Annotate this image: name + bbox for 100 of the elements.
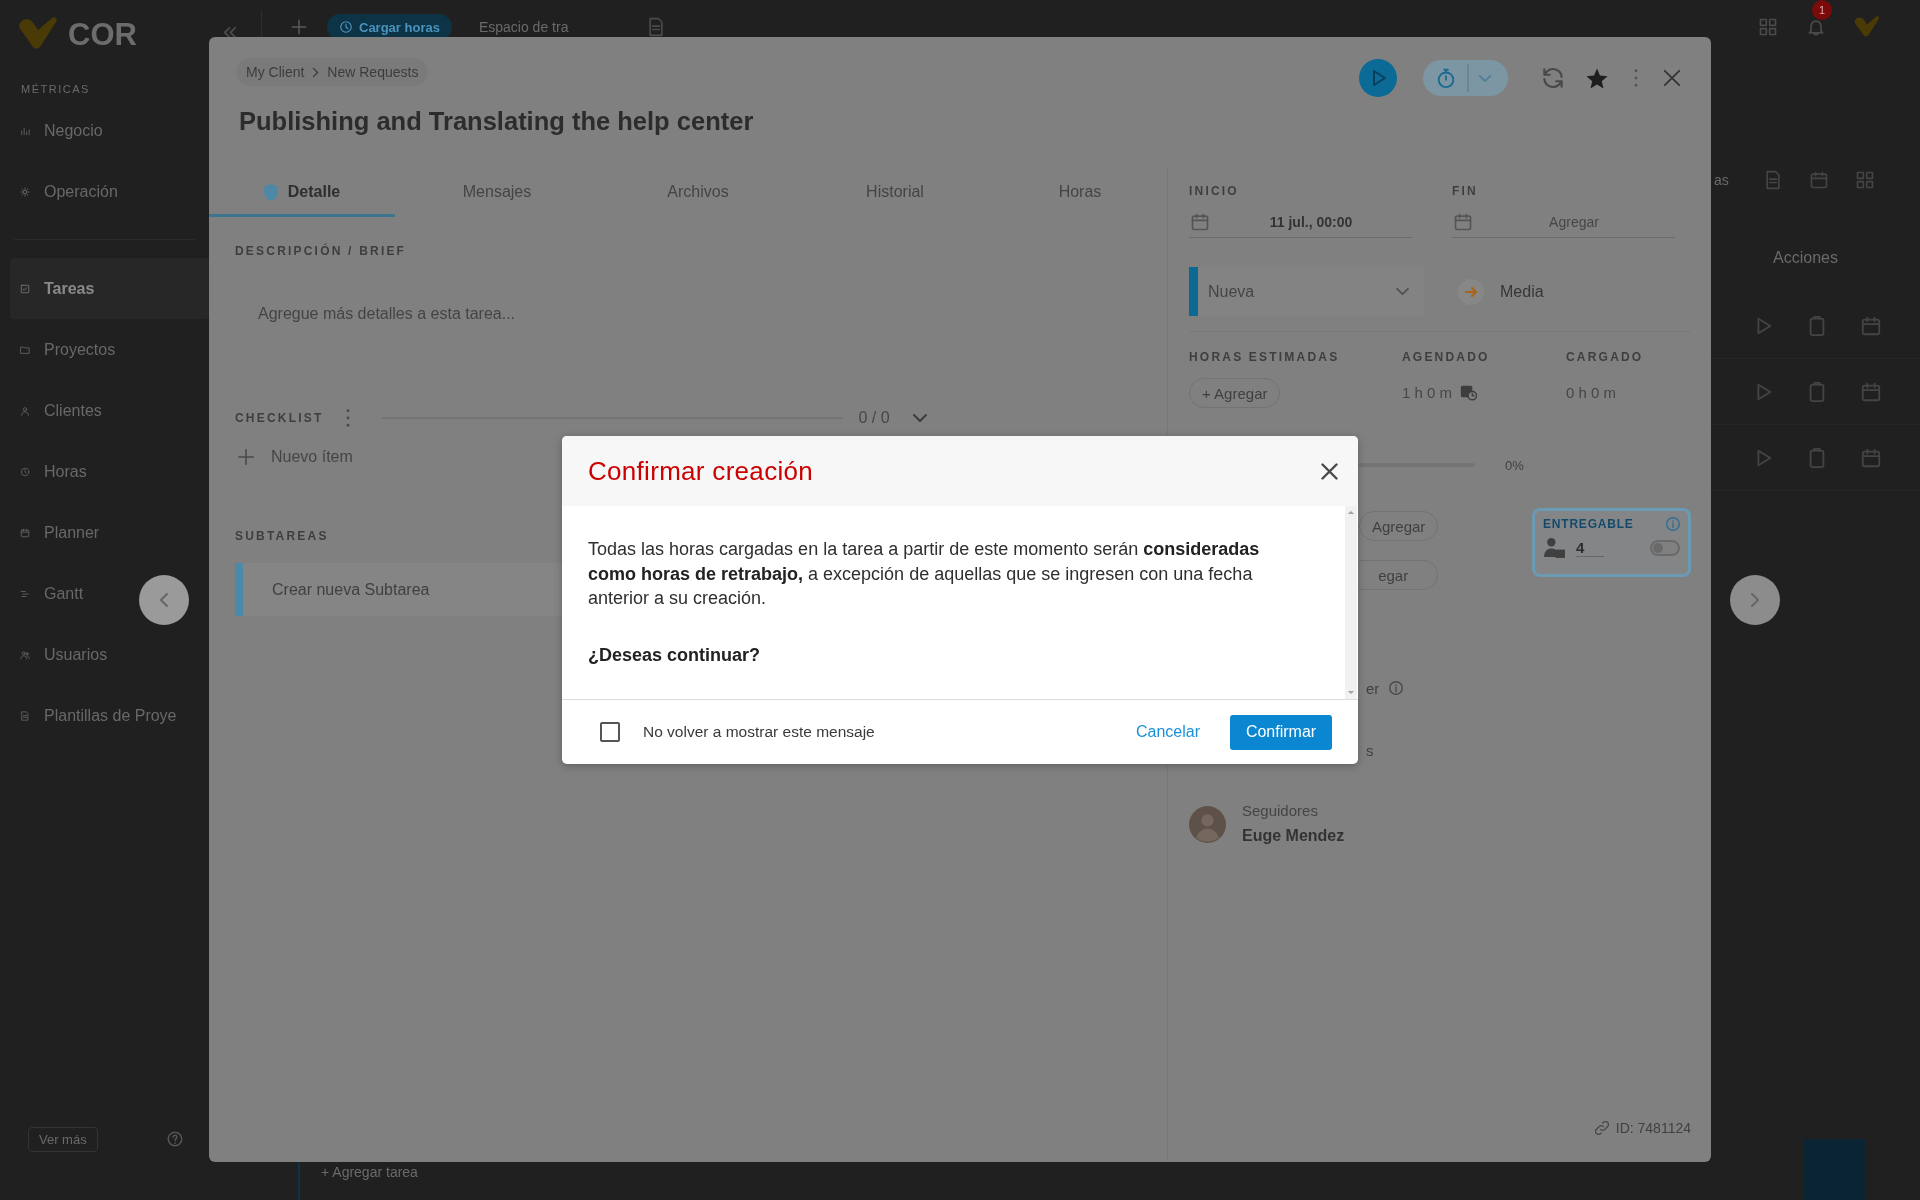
tab[interactable]: Archivos — [599, 167, 797, 217]
previous-button[interactable] — [139, 575, 189, 625]
calendar-icon[interactable] — [1860, 314, 1882, 337]
calendar-icon[interactable] — [1808, 170, 1829, 190]
calendar-icon[interactable] — [1860, 380, 1882, 403]
more-icon[interactable] — [346, 409, 351, 427]
deliverable-label: ENTREGABLE — [1543, 517, 1634, 531]
calendar-clock-icon[interactable] — [1460, 385, 1478, 401]
person-name: Euge Mendez — [1242, 826, 1345, 846]
field-label: HORAS ESTIMADAS — [1189, 350, 1340, 364]
chevron-right-icon — [1750, 592, 1760, 608]
confirm-button[interactable]: Confirmar — [1230, 714, 1332, 750]
close-button[interactable] — [1319, 461, 1339, 481]
clock-icon — [339, 20, 353, 34]
tab[interactable]: Mensajes — [395, 167, 599, 217]
sidebar-item[interactable]: Gantt — [0, 563, 209, 624]
add-button[interactable] — [290, 18, 308, 36]
calendar-icon — [1453, 212, 1473, 232]
add-button[interactable]: Agregar — [1359, 511, 1439, 541]
scroll-down-icon — [1347, 690, 1355, 695]
tab[interactable]: Horas — [993, 167, 1167, 217]
breadcrumb-link[interactable]: New Requests — [327, 64, 419, 80]
add-task-button[interactable]: + Agregar tarea — [321, 1164, 418, 1180]
toggle-switch[interactable] — [1650, 540, 1680, 556]
checkbox[interactable] — [600, 722, 620, 742]
sidebar-item[interactable]: Proyectos — [0, 319, 209, 380]
tab[interactable]: Detalle — [209, 167, 395, 217]
more-icon[interactable] — [1634, 69, 1638, 87]
workspace-tab[interactable]: Espacio de tra — [478, 19, 569, 35]
chevron-down-icon — [1395, 287, 1410, 296]
add-button[interactable]: + Agregar — [1189, 378, 1281, 408]
section-heading: MÉTRICAS — [20, 82, 90, 96]
sidebar-item[interactable]: Clientes — [0, 380, 209, 441]
sidebar-item[interactable]: Horas — [0, 441, 209, 502]
dialog-question: ¿Deseas continuar? — [588, 643, 762, 667]
sidebar-item[interactable]: Negocio — [0, 100, 209, 161]
scroll-up-icon — [1347, 510, 1355, 515]
field-label: INICIO — [1189, 184, 1240, 198]
breadcrumb-link[interactable]: My Client — [246, 64, 305, 80]
section-label: CHECKLIST — [235, 411, 324, 425]
task-id: ID: 7481124 — [1615, 1120, 1691, 1136]
arrow-right-icon — [1458, 278, 1484, 305]
calendar-icon — [1190, 212, 1210, 232]
bell-icon[interactable] — [1806, 17, 1826, 37]
field-label: AGENDADO — [1402, 350, 1490, 364]
hours-value: 1 h 0 m — [1402, 383, 1453, 403]
star-icon[interactable] — [1586, 67, 1608, 89]
subtask-field[interactable]: Crear nueva Subtarea — [235, 563, 562, 616]
section-label: DESCRIPCIÓN / BRIEF — [235, 244, 407, 258]
new-item-button[interactable]: Nuevo ítem — [235, 445, 353, 469]
add-button[interactable]: egar — [1359, 560, 1439, 590]
grid-icon[interactable] — [1854, 170, 1875, 190]
refresh-icon[interactable] — [1540, 65, 1566, 91]
play-button[interactable] — [1359, 59, 1397, 97]
stopwatch-icon[interactable] — [1435, 67, 1457, 89]
info-icon[interactable] — [1389, 681, 1404, 695]
chevron-down-icon[interactable] — [911, 413, 928, 423]
field-label: Seguidores — [1242, 801, 1319, 821]
sidebar-item[interactable]: Plantillas de Proye — [0, 685, 209, 746]
help-icon[interactable] — [165, 1130, 184, 1148]
priority-button[interactable]: Media — [1458, 278, 1544, 305]
calendar-icon[interactable] — [1860, 446, 1882, 469]
double-chevron-left-icon[interactable] — [223, 25, 236, 39]
next-button[interactable] — [1730, 575, 1780, 625]
checklist-count: 0 / 0 — [858, 409, 890, 427]
sidebar-item[interactable]: Planner — [0, 502, 209, 563]
plus-icon — [290, 18, 308, 36]
hours-value: 0 h 0 m — [1566, 383, 1617, 403]
date-field[interactable]: 11 jul., 00:00 — [1189, 207, 1412, 238]
column-header: Acciones — [1773, 248, 1838, 268]
quantity-field[interactable]: 4 — [1576, 539, 1604, 557]
show-more-button[interactable]: Ver más — [28, 1126, 98, 1152]
date-field[interactable]: Agregar — [1452, 207, 1675, 238]
chevron-down-icon[interactable] — [1478, 73, 1492, 83]
load-hours-button[interactable]: Cargar horas — [327, 14, 452, 40]
link-icon — [1594, 1121, 1609, 1135]
cancel-button[interactable]: Cancelar — [1135, 723, 1200, 741]
tab[interactable]: Historial — [797, 167, 993, 217]
description-field[interactable]: Agregue más detalles a esta tarea... — [235, 284, 1135, 344]
timer-split-button[interactable] — [1423, 60, 1508, 96]
close-icon[interactable] — [1663, 69, 1681, 87]
grid-icon[interactable] — [1758, 17, 1778, 37]
sidebar-item[interactable]: Operación — [0, 161, 209, 222]
avatar-icon — [1189, 805, 1226, 843]
scrollbar[interactable] — [1345, 506, 1357, 699]
sidebar-item[interactable]: Tareas — [10, 258, 209, 319]
plus-icon — [238, 449, 254, 465]
chevron-right-icon — [312, 66, 320, 78]
field-label: er — [1366, 679, 1380, 697]
logo-icon — [1854, 16, 1880, 38]
progress-reading: 0% — [1505, 457, 1524, 473]
dialog-title: Confirmar creación — [588, 455, 814, 487]
info-icon[interactable] — [1666, 517, 1680, 531]
sidebar-item[interactable]: Usuarios — [0, 624, 209, 685]
close-icon — [1320, 462, 1338, 480]
logo-icon — [18, 17, 58, 51]
task-title: Publishing and Translating the help center — [239, 106, 754, 136]
checkbox-label[interactable]: No volver a mostrar este mensaje — [643, 723, 875, 741]
notification-badge: 1 — [1812, 0, 1832, 20]
shield-icon — [263, 183, 278, 201]
